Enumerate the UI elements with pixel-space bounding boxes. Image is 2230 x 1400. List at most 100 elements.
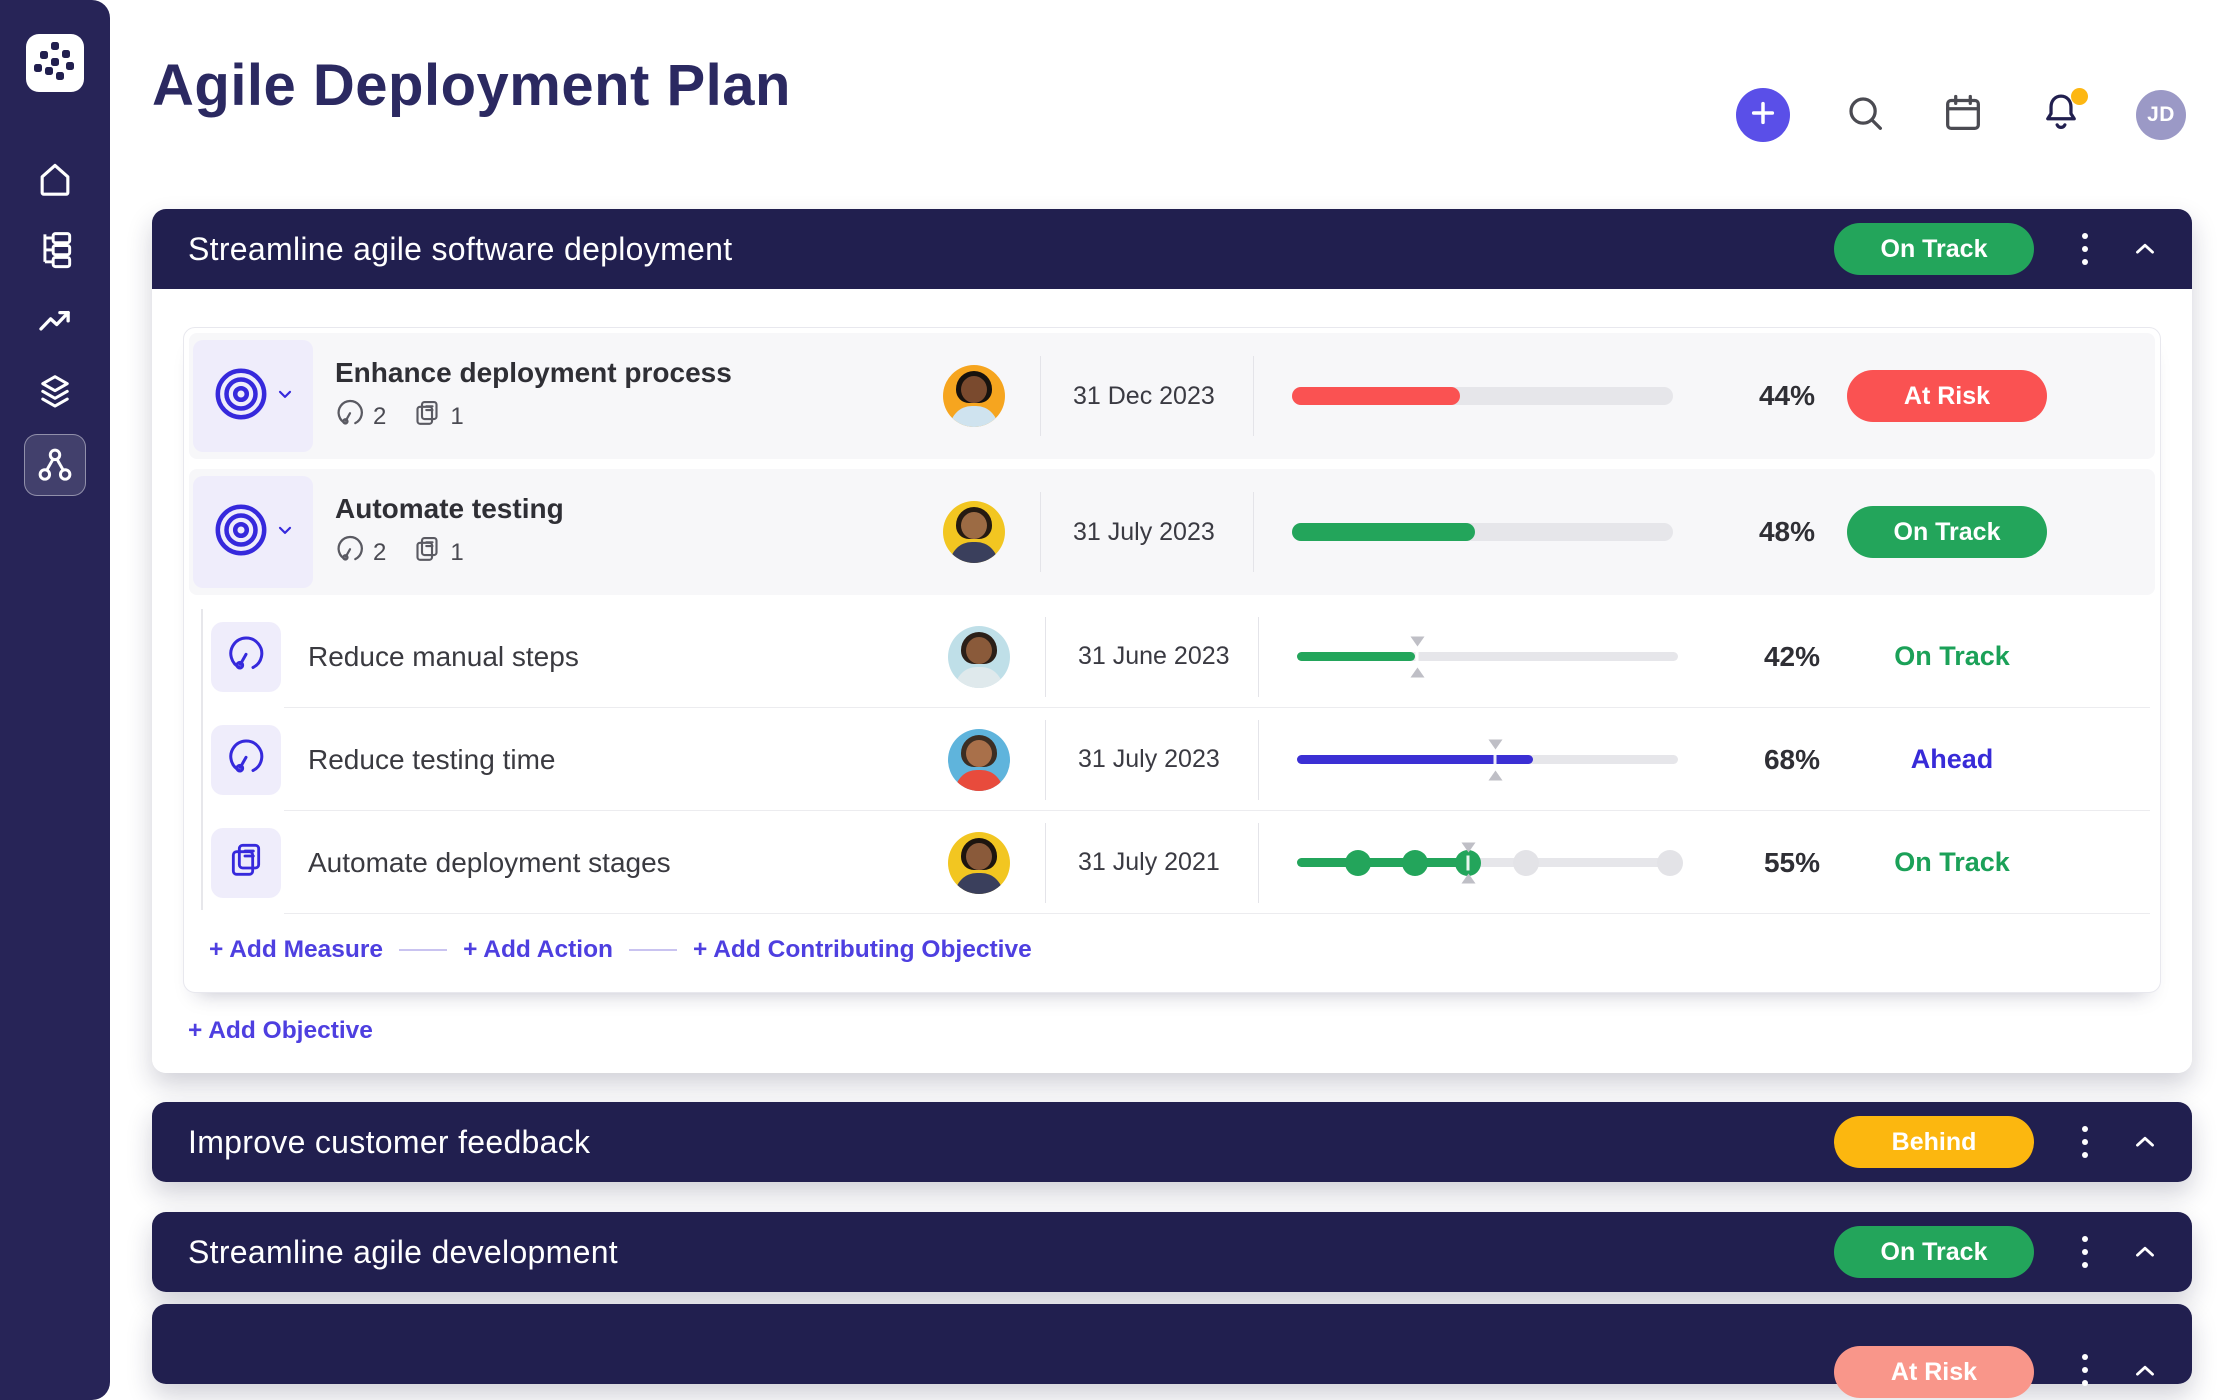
calendar-icon [1940, 90, 1986, 141]
target-icon [212, 365, 270, 428]
kpi-gauge-icon [226, 737, 266, 782]
collapse-chevron-icon[interactable] [2130, 1237, 2160, 1267]
objective-row: Enhance deployment process 2 1 31 Dec 20… [189, 333, 2155, 459]
status-badge[interactable]: At Risk [1847, 370, 2047, 422]
initiative-count: 1 [450, 402, 464, 430]
section-header[interactable]: At Risk [152, 1304, 2192, 1398]
chevron-down-icon [275, 384, 295, 409]
section-body: Enhance deployment process 2 1 31 Dec 20… [152, 289, 2192, 1073]
collapse-chevron-icon[interactable] [2130, 234, 2160, 264]
status-badge[interactable]: On Track [1847, 506, 2047, 558]
plus-icon [1749, 99, 1777, 132]
search-button[interactable] [1842, 90, 1888, 141]
main-area: Agile Deployment Plan JD Streamline agil… [110, 0, 2230, 1400]
measure-title[interactable]: Reduce testing time [308, 744, 555, 776]
sidebar-item-home[interactable] [24, 148, 86, 210]
kebab-menu-icon[interactable] [2070, 1120, 2100, 1164]
progress-percent: 68% [1763, 743, 1820, 775]
action-icon-box [211, 827, 281, 898]
initiative-pages-icon [226, 840, 266, 885]
target-marker [1415, 649, 1419, 664]
status-badge[interactable]: Behind [1834, 1116, 2034, 1168]
home-icon [33, 157, 77, 201]
action-row: Automate deployment stages 31 July 2021 … [184, 811, 2160, 914]
add-links-row: + Add Measure + Add Action + Add Contrib… [184, 914, 2160, 992]
due-date: 31 July 2021 [1078, 848, 1220, 876]
kpi-gauge-icon [335, 534, 365, 571]
owner-avatar [943, 501, 1005, 563]
add-measure-link[interactable]: + Add Measure [209, 936, 383, 964]
kpi-count: 2 [373, 538, 387, 566]
objective-expand-button[interactable] [193, 476, 313, 588]
kebab-menu-icon[interactable] [2070, 1348, 2100, 1392]
kebab-menu-icon[interactable] [2070, 1230, 2100, 1274]
add-objective-link[interactable]: + Add Objective [188, 1017, 373, 1045]
section-header[interactable]: Streamline agile software deployment On … [152, 209, 2192, 289]
top-actions: JD [1736, 87, 2186, 142]
progress-percent: 44% [1758, 380, 1815, 411]
sub-rows: Reduce manual steps 31 June 2023 42% On … [184, 605, 2160, 914]
objective-title[interactable]: Enhance deployment process [335, 357, 732, 389]
section-header[interactable]: Streamline agile development On Track [152, 1212, 2192, 1292]
status-badge[interactable]: On Track [1834, 223, 2034, 275]
status-badge[interactable]: On Track [1834, 1226, 2034, 1278]
goals-card: Enhance deployment process 2 1 31 Dec 20… [183, 327, 2161, 993]
progress-percent: 55% [1763, 846, 1820, 878]
milestone-dot [1344, 849, 1371, 876]
sidebar-item-growth[interactable] [24, 290, 86, 352]
notifications-button[interactable] [2038, 87, 2088, 141]
add-contributing-objective-link[interactable]: + Add Contributing Objective [693, 936, 1032, 964]
trend-up-icon [34, 300, 76, 342]
progress-percent: 42% [1763, 640, 1820, 672]
connector-line [399, 949, 448, 951]
measure-title[interactable]: Reduce manual steps [308, 641, 579, 673]
objective-title[interactable]: Automate testing [335, 493, 564, 525]
action-title[interactable]: Automate deployment stages [308, 847, 671, 879]
chevron-down-icon [275, 520, 295, 545]
objective-counts: 2 1 [335, 534, 564, 571]
objective-counts: 2 1 [335, 398, 732, 435]
objective-section-2: Improve customer feedback Behind [152, 1102, 2192, 1182]
section-title: Streamline agile development [188, 1233, 618, 1270]
sidebar-item-layers[interactable] [24, 360, 86, 422]
sidebar-item-structure[interactable] [24, 218, 86, 280]
objective-expand-button[interactable] [193, 340, 313, 452]
add-action-link[interactable]: + Add Action [463, 936, 613, 964]
kpi-count: 2 [373, 402, 387, 430]
kebab-menu-icon[interactable] [2070, 227, 2100, 271]
section-title: Streamline agile software deployment [188, 230, 733, 267]
progress-slider [1297, 752, 1678, 767]
milestone-dot [1512, 849, 1539, 876]
sidebar [0, 0, 110, 1400]
progress-percent: 48% [1758, 516, 1815, 547]
due-date: 31 July 2023 [1078, 745, 1220, 773]
measure-row: Reduce manual steps 31 June 2023 42% On … [184, 605, 2160, 708]
collapse-chevron-icon[interactable] [2130, 1127, 2160, 1157]
add-button[interactable] [1736, 88, 1790, 142]
sidebar-item-strategy-map[interactable] [24, 434, 86, 496]
progress-bar [1292, 523, 1673, 541]
due-date: 31 July 2023 [1073, 517, 1215, 546]
user-avatar[interactable]: JD [2136, 90, 2186, 140]
progress-bar [1292, 387, 1673, 405]
app-window: Agile Deployment Plan JD Streamline agil… [0, 0, 2230, 1400]
layers-icon [34, 370, 76, 412]
objective-row: Automate testing 2 1 31 July 2023 48% On… [189, 469, 2155, 595]
initiative-count: 1 [450, 538, 464, 566]
status-text: On Track [1894, 847, 2010, 877]
collapse-chevron-icon[interactable] [2130, 1356, 2160, 1386]
measure-icon-box [211, 724, 281, 795]
target-icon [212, 501, 270, 564]
objective-section-1: Streamline agile software deployment On … [152, 209, 2192, 1073]
kpi-gauge-icon [226, 634, 266, 679]
calendar-button[interactable] [1940, 90, 1986, 141]
due-date: 31 June 2023 [1078, 642, 1230, 670]
owner-avatar [948, 831, 1010, 894]
target-marker [1493, 752, 1497, 767]
section-header[interactable]: Improve customer feedback Behind [152, 1102, 2192, 1182]
section-title: Improve customer feedback [188, 1123, 591, 1160]
tree-hierarchy-icon [33, 227, 77, 271]
status-text: On Track [1894, 641, 2010, 671]
status-badge[interactable]: At Risk [1834, 1346, 2034, 1398]
app-logo-icon[interactable] [26, 34, 84, 92]
